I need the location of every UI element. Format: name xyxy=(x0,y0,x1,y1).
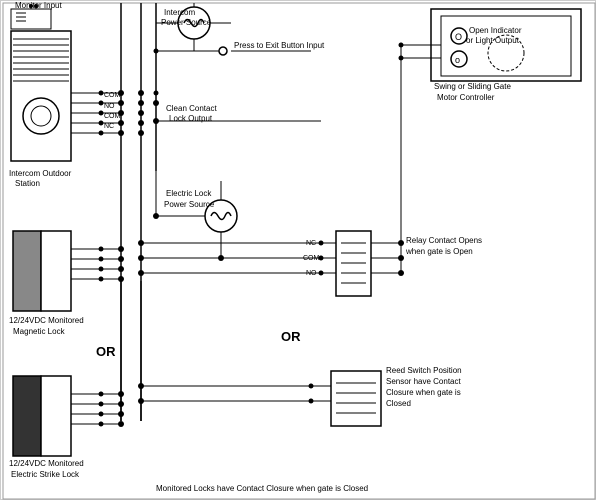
svg-text:Station: Station xyxy=(15,179,40,188)
svg-text:OR: OR xyxy=(96,344,116,359)
svg-text:OR: OR xyxy=(281,329,301,344)
svg-text:Clean Contact: Clean Contact xyxy=(166,104,217,113)
svg-text:Monitored Locks have Contact C: Monitored Locks have Contact Closure whe… xyxy=(156,484,368,493)
svg-text:or Light Output: or Light Output xyxy=(466,36,520,45)
svg-text:Sensor have Contact: Sensor have Contact xyxy=(386,377,461,386)
svg-text:Closed: Closed xyxy=(386,399,411,408)
svg-text:Electric Strike Lock: Electric Strike Lock xyxy=(11,470,80,479)
svg-text:Magnetic Lock: Magnetic Lock xyxy=(13,327,66,336)
svg-text:when gate is Open: when gate is Open xyxy=(405,247,473,256)
svg-text:NC: NC xyxy=(104,123,114,130)
svg-text:NC: NC xyxy=(306,240,316,247)
svg-text:Closure when gate is: Closure when gate is xyxy=(386,388,461,397)
svg-text:Intercom Outdoor: Intercom Outdoor xyxy=(9,169,72,178)
svg-text:COM: COM xyxy=(104,92,121,99)
svg-text:Swing or Sliding Gate: Swing or Sliding Gate xyxy=(434,82,511,91)
svg-text:NO: NO xyxy=(306,270,317,277)
svg-text:Relay Contact Opens: Relay Contact Opens xyxy=(406,236,482,245)
svg-text:Lock Output: Lock Output xyxy=(169,114,213,123)
svg-text:COM: COM xyxy=(104,113,121,120)
svg-text:Open Indicator: Open Indicator xyxy=(469,26,522,35)
svg-text:Electric Lock: Electric Lock xyxy=(166,189,212,198)
svg-text:Power Source: Power Source xyxy=(161,18,212,27)
svg-text:o: o xyxy=(455,55,460,65)
svg-text:Power Source: Power Source xyxy=(164,200,215,209)
svg-text:12/24VDC Monitored: 12/24VDC Monitored xyxy=(9,316,84,325)
svg-text:Reed Switch Position: Reed Switch Position xyxy=(386,366,462,375)
svg-text:Motor Controller: Motor Controller xyxy=(437,93,495,102)
svg-text:O: O xyxy=(455,32,462,42)
svg-text:COM: COM xyxy=(303,255,320,262)
svg-text:NO: NO xyxy=(104,103,115,110)
wiring-diagram: O o Monitor Input Intercom Power Source … xyxy=(0,0,596,500)
svg-text:Press to Exit Button Input: Press to Exit Button Input xyxy=(234,41,325,50)
svg-text:Monitor Input: Monitor Input xyxy=(15,1,62,10)
svg-text:Intercom: Intercom xyxy=(164,8,195,17)
svg-text:12/24VDC Monitored: 12/24VDC Monitored xyxy=(9,459,84,468)
